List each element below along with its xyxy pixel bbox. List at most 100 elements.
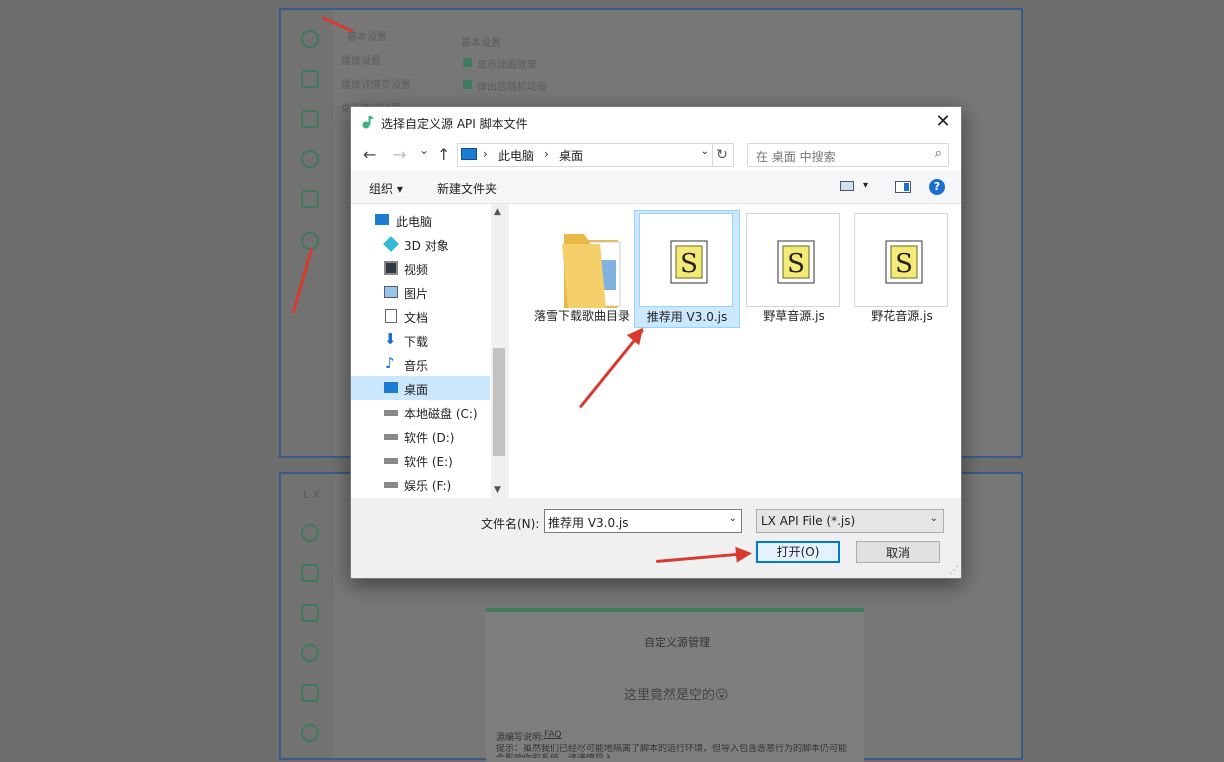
search-placeholder: 在 桌面 中搜索 (756, 150, 836, 164)
new-folder-button[interactable]: 新建文件夹 (437, 180, 497, 197)
music-list-icon (301, 70, 319, 88)
menu-item-play: 播放设置 (341, 56, 381, 67)
back-button[interactable]: ← (363, 145, 376, 164)
open-button[interactable]: 打开(O) (756, 541, 840, 563)
tree-item-label: 娱乐 (F:) (404, 479, 452, 493)
computer-icon (375, 214, 389, 225)
chevron-right-icon: › (544, 147, 549, 161)
tree-item-label: 此电脑 (396, 215, 433, 229)
tree-item-label: 桌面 (404, 383, 429, 397)
refresh-button[interactable]: ↻ (711, 143, 734, 167)
note-label: 源编写说明: (496, 733, 545, 743)
search-input[interactable]: 在 桌面 中搜索 ⌕ (747, 143, 949, 167)
tree-item-this-pc[interactable]: 此电脑 (351, 208, 490, 232)
file-name: 落雪下载歌曲目录 (534, 309, 631, 323)
tree-item-drive-c[interactable]: 本地磁盘 (C:) (351, 400, 490, 424)
tree-item-drive-f[interactable]: 娱乐 (F:) (351, 472, 490, 496)
tree-item-drive-e[interactable]: 软件 (E:) (351, 448, 490, 472)
forward-button[interactable]: → (393, 145, 406, 164)
recent-locations-button[interactable]: ⌄ (419, 143, 429, 157)
command-toolbar: 组织 ▾ 新建文件夹 ▾ ? (351, 171, 961, 204)
tree-item-documents[interactable]: 文档 (351, 304, 490, 328)
file-list: 落雪下载歌曲目录 S 推荐用 V3.0.js S 野草音源.js S 野花音源.… (509, 204, 961, 498)
file-open-dialog: 选择自定义源 API 脚本文件 ✕ ← → ⌄ ↑ › 此电脑 › 桌面 ⌄ ↻… (350, 106, 962, 579)
file-item-folder[interactable]: 落雪下载歌曲目录 (530, 212, 634, 328)
organize-menu[interactable]: 组织 ▾ (369, 180, 403, 197)
address-bar[interactable]: › 此电脑 › 桌面 ⌄ (457, 143, 713, 167)
folder-icon (562, 234, 621, 308)
script-file-icon: S (777, 240, 815, 284)
view-dropdown[interactable]: ▾ (863, 180, 868, 191)
scroll-down-arrow[interactable]: ▼ (494, 485, 501, 495)
tree-item-label: 本地磁盘 (C:) (404, 407, 478, 421)
tree-item-desktop[interactable]: 桌面 (351, 376, 490, 400)
svg-text:S: S (787, 249, 805, 279)
app-logo: L X (303, 488, 321, 501)
tree-item-label: 图片 (404, 287, 429, 301)
downloads-icon: ⬇ (384, 330, 397, 348)
heart-icon (301, 644, 319, 662)
tree-item-label: 视频 (404, 263, 429, 277)
tree-item-videos[interactable]: 视频 (351, 256, 490, 280)
tree-item-pictures[interactable]: 图片 (351, 280, 490, 304)
scroll-up-arrow[interactable]: ▲ (494, 207, 501, 217)
scrollbar-thumb[interactable] (493, 348, 505, 456)
dialog-title: 选择自定义源 API 脚本文件 (381, 117, 528, 131)
custom-source-panel: 自定义源管理 这里竟然是空的😮 源编写说明: FAQ 提示：虽然我们已经尽可能地… (486, 608, 864, 762)
tree-item-music[interactable]: ♪ 音乐 (351, 352, 490, 376)
tree-item-label: 软件 (E:) (404, 455, 453, 469)
chevron-down-icon[interactable]: ⌄ (701, 146, 709, 157)
warning-hint: 提示：虽然我们已经尽可能地隔离了脚本的运行环境，但导入包含恶意行为的脚本仍可能会… (496, 744, 848, 758)
app-logo-icon (362, 116, 374, 129)
close-button[interactable]: ✕ (925, 107, 961, 137)
chevron-down-icon: ⌄ (929, 513, 938, 524)
download-icon (301, 684, 319, 702)
svg-text:S: S (680, 249, 698, 279)
help-icon[interactable]: ? (929, 179, 945, 195)
file-item-selected[interactable]: S 推荐用 V3.0.js (634, 210, 740, 328)
video-icon (384, 261, 398, 275)
resize-grip[interactable]: ⋰ (949, 565, 959, 576)
tree-item-label: 文档 (404, 311, 429, 325)
breadcrumb-desktop[interactable]: 桌面 (559, 147, 583, 164)
view-options-icon[interactable] (840, 181, 854, 191)
music-list-icon (301, 564, 319, 582)
file-name: 野花音源.js (871, 309, 933, 323)
documents-icon (385, 309, 397, 323)
filetype-select[interactable]: LX API File (*.js) ⌄ (756, 509, 944, 533)
file-item[interactable]: S 野花音源.js (846, 212, 950, 328)
tree-scrollbar[interactable]: ▲ ▼ (491, 204, 507, 498)
breadcrumb-this-pc[interactable]: 此电脑 (498, 147, 534, 164)
chart-icon (301, 110, 319, 128)
navigation-tree: 此电脑 3D 对象 视频 图片 文档 ⬇ 下载 ♪ 音乐 桌面 本地磁盘 (C:… (351, 204, 507, 498)
drive-icon (384, 434, 398, 440)
file-item[interactable]: S 野草音源.js (738, 212, 842, 328)
script-file-icon: S (885, 240, 923, 284)
cancel-button[interactable]: 取消 (856, 541, 940, 563)
tree-item-3d-objects[interactable]: 3D 对象 (351, 232, 490, 256)
chevron-right-icon: › (483, 147, 488, 161)
drive-c-icon (384, 410, 398, 416)
drive-icon (384, 482, 398, 488)
section-title: 基本设置 (461, 38, 501, 49)
up-button[interactable]: ↑ (437, 145, 450, 164)
option-label: 弹出层随机动画 (477, 82, 547, 93)
navigation-bar: ← → ⌄ ↑ › 此电脑 › 桌面 ⌄ ↻ 在 桌面 中搜索 ⌕ (351, 137, 961, 171)
3d-objects-icon (383, 236, 399, 252)
filename-input[interactable]: 推荐用 V3.0.js ⌄ (544, 509, 742, 533)
music-icon: ♪ (385, 354, 395, 372)
chevron-down-icon[interactable]: ⌄ (729, 513, 737, 524)
script-file-icon: S (670, 240, 708, 284)
tree-item-downloads[interactable]: ⬇ 下载 (351, 328, 490, 352)
preview-pane-icon[interactable] (895, 181, 911, 193)
tree-item-label: 3D 对象 (404, 239, 449, 253)
chart-icon (301, 604, 319, 622)
empty-text: 这里竟然是空的😮 (624, 688, 729, 703)
svg-text:S: S (895, 249, 913, 279)
tree-item-label: 下载 (404, 335, 429, 349)
filename-label: 文件名(N): (481, 517, 540, 531)
tree-item-label: 音乐 (404, 359, 429, 373)
checkbox (463, 80, 472, 89)
computer-icon (461, 148, 477, 160)
tree-item-drive-d[interactable]: 软件 (D:) (351, 424, 490, 448)
